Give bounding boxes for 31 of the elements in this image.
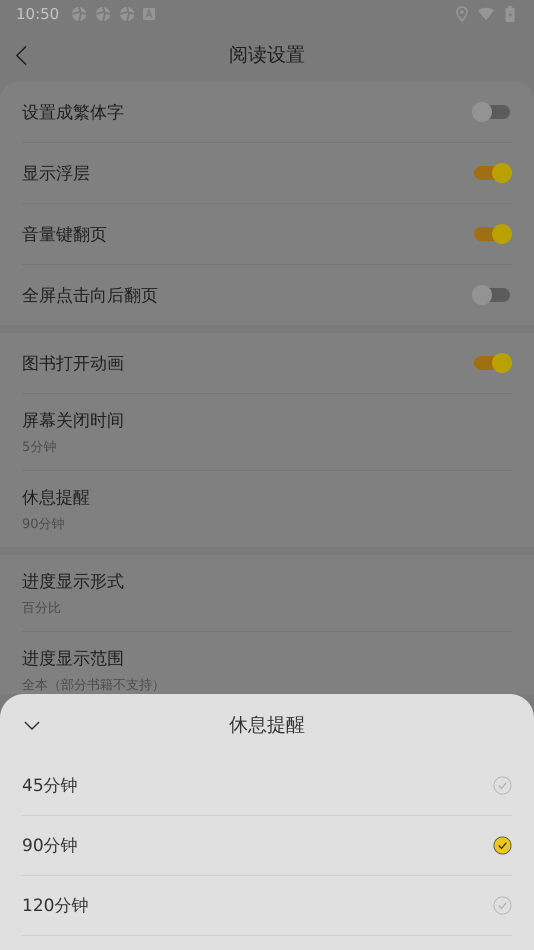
sheet-title: 休息提醒: [229, 713, 305, 738]
option-label[interactable]: 120分钟: [22, 894, 88, 917]
wifi-icon: [478, 6, 494, 22]
location-icon: [454, 6, 470, 22]
setting-label: 图书打开动画: [22, 352, 124, 374]
toggle-switch[interactable]: [472, 102, 512, 122]
page-title: 阅读设置: [229, 43, 305, 68]
toggle-switch[interactable]: [472, 224, 512, 244]
setting-label: 显示浮层: [22, 162, 90, 184]
chevron-down-icon[interactable]: [24, 720, 40, 730]
option-label[interactable]: 45分钟: [22, 774, 78, 797]
setting-label[interactable]: 进度显示范围: [22, 646, 165, 670]
toggle-switch[interactable]: [472, 163, 512, 183]
check-circle-icon[interactable]: [493, 776, 512, 795]
setting-label[interactable]: 屏幕关闭时间: [22, 408, 124, 432]
check-circle-icon[interactable]: [493, 896, 512, 915]
notification-icon: [119, 6, 136, 22]
setting-label[interactable]: 休息提醒: [22, 486, 90, 508]
option-label[interactable]: 90分钟: [22, 834, 78, 857]
setting-label: 设置成繁体字: [22, 102, 124, 124]
notification-icon: [95, 6, 112, 22]
setting-label: 音量键翻页: [22, 224, 107, 246]
notification-icon: [71, 6, 88, 22]
checked-circle-icon[interactable]: [493, 836, 512, 855]
setting-label[interactable]: 进度显示形式: [22, 570, 124, 592]
toggle-switch[interactable]: [472, 285, 512, 305]
toggle-switch[interactable]: [472, 353, 512, 373]
back-icon[interactable]: [16, 44, 27, 66]
text-icon: [143, 8, 156, 20]
status-time: 10:50: [16, 5, 60, 23]
setting-label: 全屏点击向后翻页: [22, 284, 158, 306]
